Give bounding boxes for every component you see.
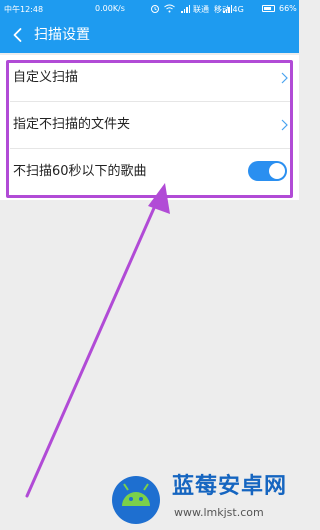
title-bar: 扫描设置 [0,18,299,53]
setting-label: 自定义扫描 [13,70,79,85]
status-battery: 66% [279,4,297,13]
chevron-right-icon [281,119,288,131]
status-carrier2: 移动 4G [214,5,244,14]
setting-custom-scan[interactable]: 自定义扫描 [0,55,299,102]
watermark-brand: 蓝莓安卓网 [172,474,288,499]
status-speed: 0.00K/s [95,4,125,13]
toggle-knob [269,163,285,179]
watermark-url: www.lmkjst.com [174,506,264,519]
battery-icon [262,5,275,12]
setting-excluded-folders[interactable]: 指定不扫描的文件夹 [0,102,299,149]
alarm-icon [151,5,159,13]
status-carrier1: 联通 [193,5,209,14]
back-arrow-icon[interactable] [10,27,26,43]
wifi-icon [164,4,175,13]
page-title: 扫描设置 [34,27,90,43]
signal-icon [181,5,190,13]
status-bar: 中午12:48 0.00K/s 联通 移动 4G 66% [0,0,299,18]
skip-short-songs-toggle[interactable] [248,161,287,181]
status-time: 中午12:48 [4,5,44,14]
chevron-right-icon [281,72,288,84]
setting-label: 不扫描60秒以下的歌曲 [13,164,147,179]
setting-label: 指定不扫描的文件夹 [13,117,131,132]
watermark-logo-icon [112,476,160,524]
